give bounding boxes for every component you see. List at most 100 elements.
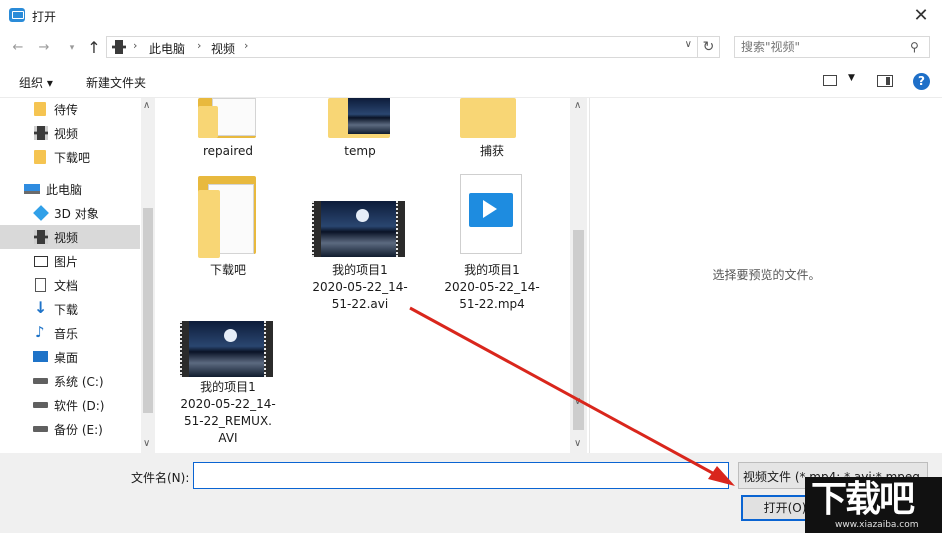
music-icon: ♪ <box>35 323 45 341</box>
nav-item-drive-d[interactable]: 软件 (D:) <box>0 393 140 417</box>
folder-icon <box>34 102 46 116</box>
open-file-dialog: 打开 ✕ ← → ▾ ↑ › 此电脑 › 视频 › ∨ ↻ ⚲ 组织 ▾ 新建文… <box>0 0 942 533</box>
filename-label: 文件名(N): <box>131 471 190 485</box>
nav-item-label: 备份 (E:) <box>54 423 103 437</box>
file-item-xiazaiba-folder[interactable]: 下载吧 <box>168 174 288 284</box>
drive-icon <box>33 402 48 408</box>
new-folder-button[interactable]: 新建文件夹 <box>86 74 146 91</box>
breadcrumb-this-pc[interactable]: 此电脑 <box>149 40 185 57</box>
film-strip <box>180 321 189 377</box>
file-label: 捕获 <box>479 144 504 158</box>
moon-shape <box>224 329 237 342</box>
navigation-pane: 待传 视频 下载吧 此电脑 3D 对象 视频 图片 文档 ↓ 下载 ♪ 音乐 桌… <box>0 98 155 453</box>
preview-pane: 选择要预览的文件。 <box>589 98 942 453</box>
nav-item-label: 桌面 <box>54 351 79 365</box>
nav-item-label: 视频 <box>54 231 79 245</box>
preview-empty-text: 选择要预览的文件。 <box>712 268 821 282</box>
file-item-repaired[interactable]: repaired <box>168 98 288 168</box>
file-label: 我的项目1 2020-05-22_14- 51-22_REMUX. AVI <box>180 380 276 445</box>
video-folder-icon <box>112 40 126 54</box>
search-input[interactable] <box>734 36 930 58</box>
file-label: temp <box>344 144 376 158</box>
video-thumbnail <box>180 321 273 377</box>
nav-scrollbar[interactable]: ∧ ∨ <box>141 98 155 453</box>
breadcrumb-separator-icon: › <box>197 39 202 52</box>
breadcrumb-videos[interactable]: 视频 <box>211 40 235 57</box>
nav-item-label: 下载 <box>54 303 79 317</box>
nav-item-label: 下载吧 <box>54 151 91 165</box>
file-label: repaired <box>202 144 254 158</box>
preview-pane-icon[interactable] <box>877 75 893 87</box>
scroll-down-small-icon[interactable]: ∨ <box>574 396 581 407</box>
app-icon <box>9 8 25 22</box>
breadcrumb-separator-icon: › <box>244 39 249 52</box>
nav-item-label: 音乐 <box>54 327 79 341</box>
play-icon <box>469 193 513 227</box>
nav-item-label: 软件 (D:) <box>54 399 105 413</box>
address-bar[interactable]: › 此电脑 › 视频 › ∨ <box>106 36 698 58</box>
drive-icon <box>33 426 48 432</box>
pictures-icon <box>34 256 48 267</box>
nav-item-label: 文档 <box>54 279 79 293</box>
film-strip <box>264 321 273 377</box>
nav-item-downloads[interactable]: ↓ 下载 <box>0 297 140 321</box>
nav-item-this-pc[interactable]: 此电脑 <box>0 177 140 201</box>
nav-item-desktop[interactable]: 桌面 <box>0 345 140 369</box>
scroll-up-icon[interactable]: ∧ <box>143 100 150 111</box>
help-icon[interactable]: ? <box>913 73 930 90</box>
refresh-icon[interactable]: ↻ <box>698 36 720 58</box>
filename-input[interactable] <box>193 462 729 489</box>
drive-icon <box>33 378 48 384</box>
folder-front <box>198 106 218 138</box>
nav-item-3d-objects[interactable]: 3D 对象 <box>0 201 140 225</box>
video-icon <box>34 230 48 244</box>
file-list-scrollbar[interactable]: ∧ ∨ ∨ <box>570 98 587 453</box>
nav-item-videos-quick[interactable]: 视频 <box>0 121 140 145</box>
chevron-down-icon[interactable]: ▼ <box>848 73 855 83</box>
nav-item-pending[interactable]: 待传 <box>0 98 140 121</box>
search-icon: ⚲ <box>910 40 919 54</box>
nav-item-videos[interactable]: 视频 <box>0 225 140 249</box>
folder-front <box>198 190 220 258</box>
folder-icon <box>460 98 516 138</box>
title-bar: 打开 ✕ <box>0 0 942 32</box>
back-arrow-icon[interactable]: ← <box>8 38 28 58</box>
recent-locations-chevron-icon[interactable]: ▾ <box>62 38 82 58</box>
file-label: 我的项目1 2020-05-22_14- 51-22.avi <box>312 263 408 311</box>
video-thumbnail <box>312 201 405 257</box>
nav-item-label: 3D 对象 <box>54 207 99 221</box>
nav-item-label: 图片 <box>54 255 79 269</box>
watermark-text: 下载吧 <box>811 478 915 520</box>
scroll-down-icon[interactable]: ∨ <box>143 438 150 449</box>
file-list: repaired temp 捕获 下载吧 我的项目1 2020-05-22_14… <box>160 98 570 453</box>
nav-item-label: 系统 (C:) <box>54 375 104 389</box>
nav-item-drive-c[interactable]: 系统 (C:) <box>0 369 140 393</box>
file-label: 我的项目1 2020-05-22_14- 51-22.mp4 <box>444 263 540 311</box>
file-item-mp4[interactable]: 我的项目1 2020-05-22_14- 51-22.mp4 <box>432 174 552 334</box>
close-icon[interactable]: ✕ <box>906 2 936 30</box>
file-item-temp[interactable]: temp <box>300 98 420 168</box>
nav-item-drive-e[interactable]: 备份 (E:) <box>0 417 140 441</box>
nav-item-pictures[interactable]: 图片 <box>0 249 140 273</box>
nav-item-label: 此电脑 <box>46 183 83 197</box>
scroll-up-icon[interactable]: ∧ <box>574 100 581 111</box>
chevron-down-icon[interactable]: ∨ <box>685 39 692 50</box>
file-item-capture[interactable]: 捕获 <box>432 98 552 168</box>
breadcrumb-separator-icon: › <box>133 39 138 52</box>
video-file-icon <box>460 174 522 254</box>
forward-arrow-icon[interactable]: → <box>34 38 54 58</box>
up-arrow-icon[interactable]: ↑ <box>84 38 104 58</box>
documents-icon <box>35 278 46 292</box>
moon-shape <box>356 209 369 222</box>
nav-item-xiazaiba[interactable]: 下载吧 <box>0 145 140 169</box>
scroll-down-icon[interactable]: ∨ <box>574 438 581 449</box>
nav-item-documents[interactable]: 文档 <box>0 273 140 297</box>
folder-icon <box>34 150 46 164</box>
nav-item-label: 视频 <box>54 127 79 141</box>
nav-item-music[interactable]: ♪ 音乐 <box>0 321 140 345</box>
file-item-remux-avi[interactable]: 我的项目1 2020-05-22_14- 51-22_REMUX. AVI <box>168 316 288 453</box>
file-item-avi[interactable]: 我的项目1 2020-05-22_14- 51-22.avi <box>300 174 420 334</box>
change-view-icon[interactable] <box>823 75 837 86</box>
organize-button[interactable]: 组织 ▾ <box>19 74 53 91</box>
scrollbar-thumb[interactable] <box>143 208 153 413</box>
